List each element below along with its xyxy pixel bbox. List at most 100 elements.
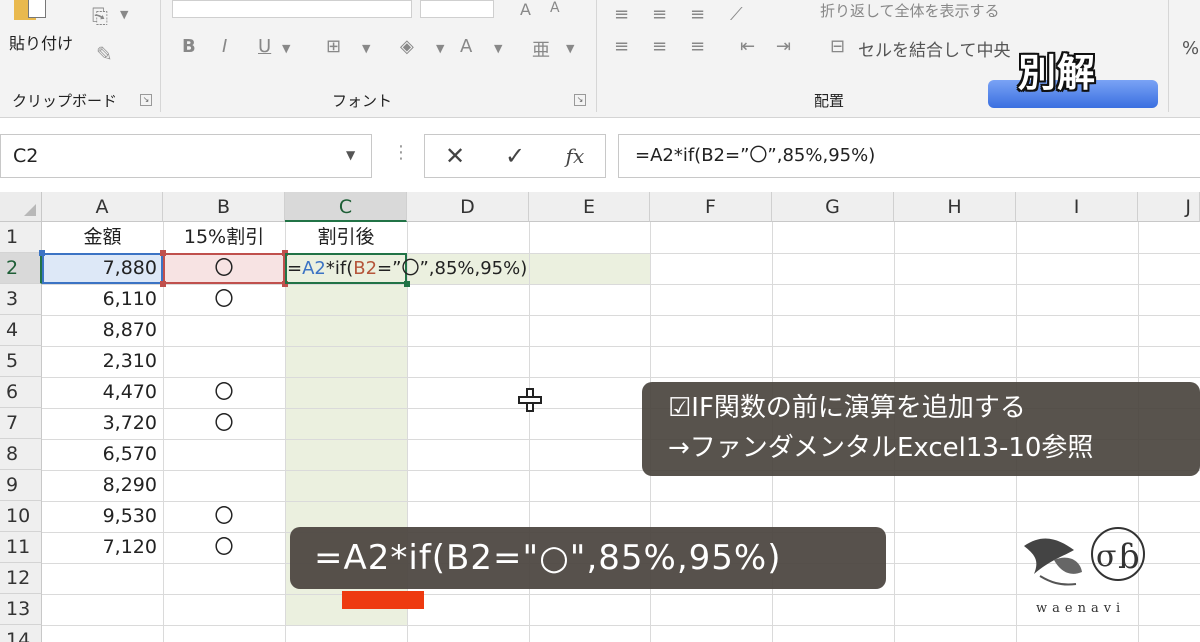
column-header-j[interactable]: J [1138, 192, 1200, 222]
cell-a7[interactable]: 3,720 [42, 408, 163, 439]
tip-note: ☑IF関数の前に演算を追加する →ファンダメンタルExcel13-10参照 [642, 382, 1200, 476]
decrease-indent-icon[interactable]: ⇤ [740, 36, 755, 57]
column-header-h[interactable]: H [894, 192, 1016, 222]
name-box[interactable]: C2 [0, 134, 372, 178]
group-divider [1168, 0, 1169, 112]
formula-bar-grip-icon[interactable]: ⋮ [392, 142, 410, 163]
cell-a11[interactable]: 7,120 [42, 532, 163, 563]
cell-b2[interactable]: 〇 [163, 253, 285, 284]
cell-b11[interactable]: 〇 [163, 532, 285, 563]
italic-button[interactable]: I [222, 36, 227, 57]
percent-style-button[interactable]: % [1182, 38, 1199, 59]
merge-icon[interactable]: ⊟ [830, 36, 845, 57]
copy-dropdown-icon[interactable]: ▼ [120, 8, 128, 21]
font-size-box[interactable] [420, 0, 494, 18]
cell-a6[interactable]: 4,470 [42, 377, 163, 408]
cell-a1[interactable]: 金額 [42, 222, 163, 253]
formula-ref-b2: B2 [353, 258, 378, 279]
formula-caption: =A2*if(B2="○",85%,95%) [290, 527, 886, 589]
row-header-10[interactable]: 10 [0, 501, 42, 532]
align-bottom-icon[interactable]: ≡ [690, 4, 705, 25]
row-header-3[interactable]: 3 [0, 284, 42, 315]
align-right-icon[interactable]: ≡ [690, 36, 705, 57]
column-header-e[interactable]: E [529, 192, 650, 222]
cell-b4[interactable] [163, 315, 285, 346]
phonetic-dropdown-icon[interactable]: ▼ [566, 42, 574, 55]
insert-function-button[interactable]: fx [545, 135, 605, 177]
format-painter-icon[interactable]: ✎ [96, 42, 113, 66]
row-header-8[interactable]: 8 [0, 439, 42, 470]
row-header-5[interactable]: 5 [0, 346, 42, 377]
cell-b9[interactable] [163, 470, 285, 501]
row-header-11[interactable]: 11 [0, 532, 42, 563]
cell-b7[interactable]: 〇 [163, 408, 285, 439]
font-launcher-icon[interactable]: ↘ [574, 94, 586, 106]
align-top-icon[interactable]: ≡ [614, 4, 629, 25]
row-header-6[interactable]: 6 [0, 377, 42, 408]
row-header-9[interactable]: 9 [0, 470, 42, 501]
cell-b1[interactable]: 15%割引 [163, 222, 285, 253]
font-shrink-icon[interactable]: A [550, 0, 560, 16]
cell-a3[interactable]: 6,110 [42, 284, 163, 315]
increase-indent-icon[interactable]: ⇥ [776, 36, 791, 57]
cell-a5[interactable]: 2,310 [42, 346, 163, 377]
align-left-icon[interactable]: ≡ [614, 36, 629, 57]
font-color-dropdown-icon[interactable]: ▼ [494, 42, 502, 55]
bold-button[interactable]: B [182, 36, 196, 57]
column-header-d[interactable]: D [407, 192, 529, 222]
row-header-1[interactable]: 1 [0, 222, 42, 253]
select-all-button[interactable] [0, 192, 42, 222]
cell-a8[interactable]: 6,570 [42, 439, 163, 470]
align-center-icon[interactable]: ≡ [652, 36, 667, 57]
row-header-4[interactable]: 4 [0, 315, 42, 346]
cell-a9[interactable]: 8,290 [42, 470, 163, 501]
fill-dropdown-icon[interactable]: ▼ [436, 42, 444, 55]
column-header-f[interactable]: F [650, 192, 772, 222]
phonetic-icon[interactable]: 亜 [532, 36, 550, 62]
align-middle-icon[interactable]: ≡ [652, 4, 667, 25]
group-divider [160, 0, 161, 112]
cell-b3[interactable]: 〇 [163, 284, 285, 315]
row-header-14[interactable]: 14 [0, 625, 42, 642]
column-header-c[interactable]: C [285, 192, 407, 222]
enter-button[interactable]: ✓ [485, 135, 545, 177]
cancel-button[interactable]: ✕ [425, 135, 485, 177]
highlight-marker [342, 591, 424, 609]
underline-button[interactable]: U [258, 36, 271, 57]
font-color-icon[interactable]: A [460, 36, 472, 57]
clipboard-launcher-icon[interactable]: ↘ [140, 94, 152, 106]
formula-input[interactable]: =A2*if(B2=”〇”,85%,95%) [618, 134, 1200, 178]
cell-a2[interactable]: 7,880 [42, 253, 163, 284]
paste-button[interactable]: 貼り付け [9, 30, 73, 54]
font-name-box[interactable] [172, 0, 412, 18]
cell-b6[interactable]: 〇 [163, 377, 285, 408]
border-dropdown-icon[interactable]: ▼ [362, 42, 370, 55]
column-header-i[interactable]: I [1016, 192, 1138, 222]
cell-c1[interactable]: 割引後 [285, 222, 407, 253]
copy-icon[interactable]: ⎘ [92, 4, 108, 28]
cell-b10[interactable]: 〇 [163, 501, 285, 532]
cell-c2-edit-text[interactable]: =A2*if(B2=”〇”,85%,95%) [287, 253, 527, 284]
font-grow-icon[interactable]: A [520, 0, 531, 19]
column-header-g[interactable]: G [772, 192, 894, 222]
cell-select-cursor-icon [518, 388, 542, 412]
merge-center-button[interactable]: セルを結合して中央 [858, 36, 1011, 61]
border-icon[interactable]: ⊞ [326, 36, 341, 57]
column-header-b[interactable]: B [163, 192, 285, 222]
fill-color-icon[interactable]: ◈ [400, 36, 414, 57]
cell-b5[interactable] [163, 346, 285, 377]
cell-b8[interactable] [163, 439, 285, 470]
row-header-12[interactable]: 12 [0, 563, 42, 594]
row-header-7[interactable]: 7 [0, 408, 42, 439]
row-header-2[interactable]: 2 [0, 253, 42, 284]
wrap-text-button[interactable]: 折り返して全体を表示する [820, 0, 1000, 21]
orientation-icon[interactable]: ⟋ [730, 4, 743, 25]
paste-icon[interactable] [14, 0, 48, 20]
underline-dropdown-icon[interactable]: ▼ [282, 42, 290, 55]
column-header-a[interactable]: A [42, 192, 163, 222]
ribbon: 貼り付け ⎘ ▼ ✎ クリップボード ↘ A A B I U ▼ ⊞ ▼ ◈ ▼… [0, 0, 1200, 118]
name-box-dropdown-icon[interactable]: ▼ [346, 148, 355, 162]
cell-a4[interactable]: 8,870 [42, 315, 163, 346]
row-header-13[interactable]: 13 [0, 594, 42, 625]
cell-a10[interactable]: 9,530 [42, 501, 163, 532]
